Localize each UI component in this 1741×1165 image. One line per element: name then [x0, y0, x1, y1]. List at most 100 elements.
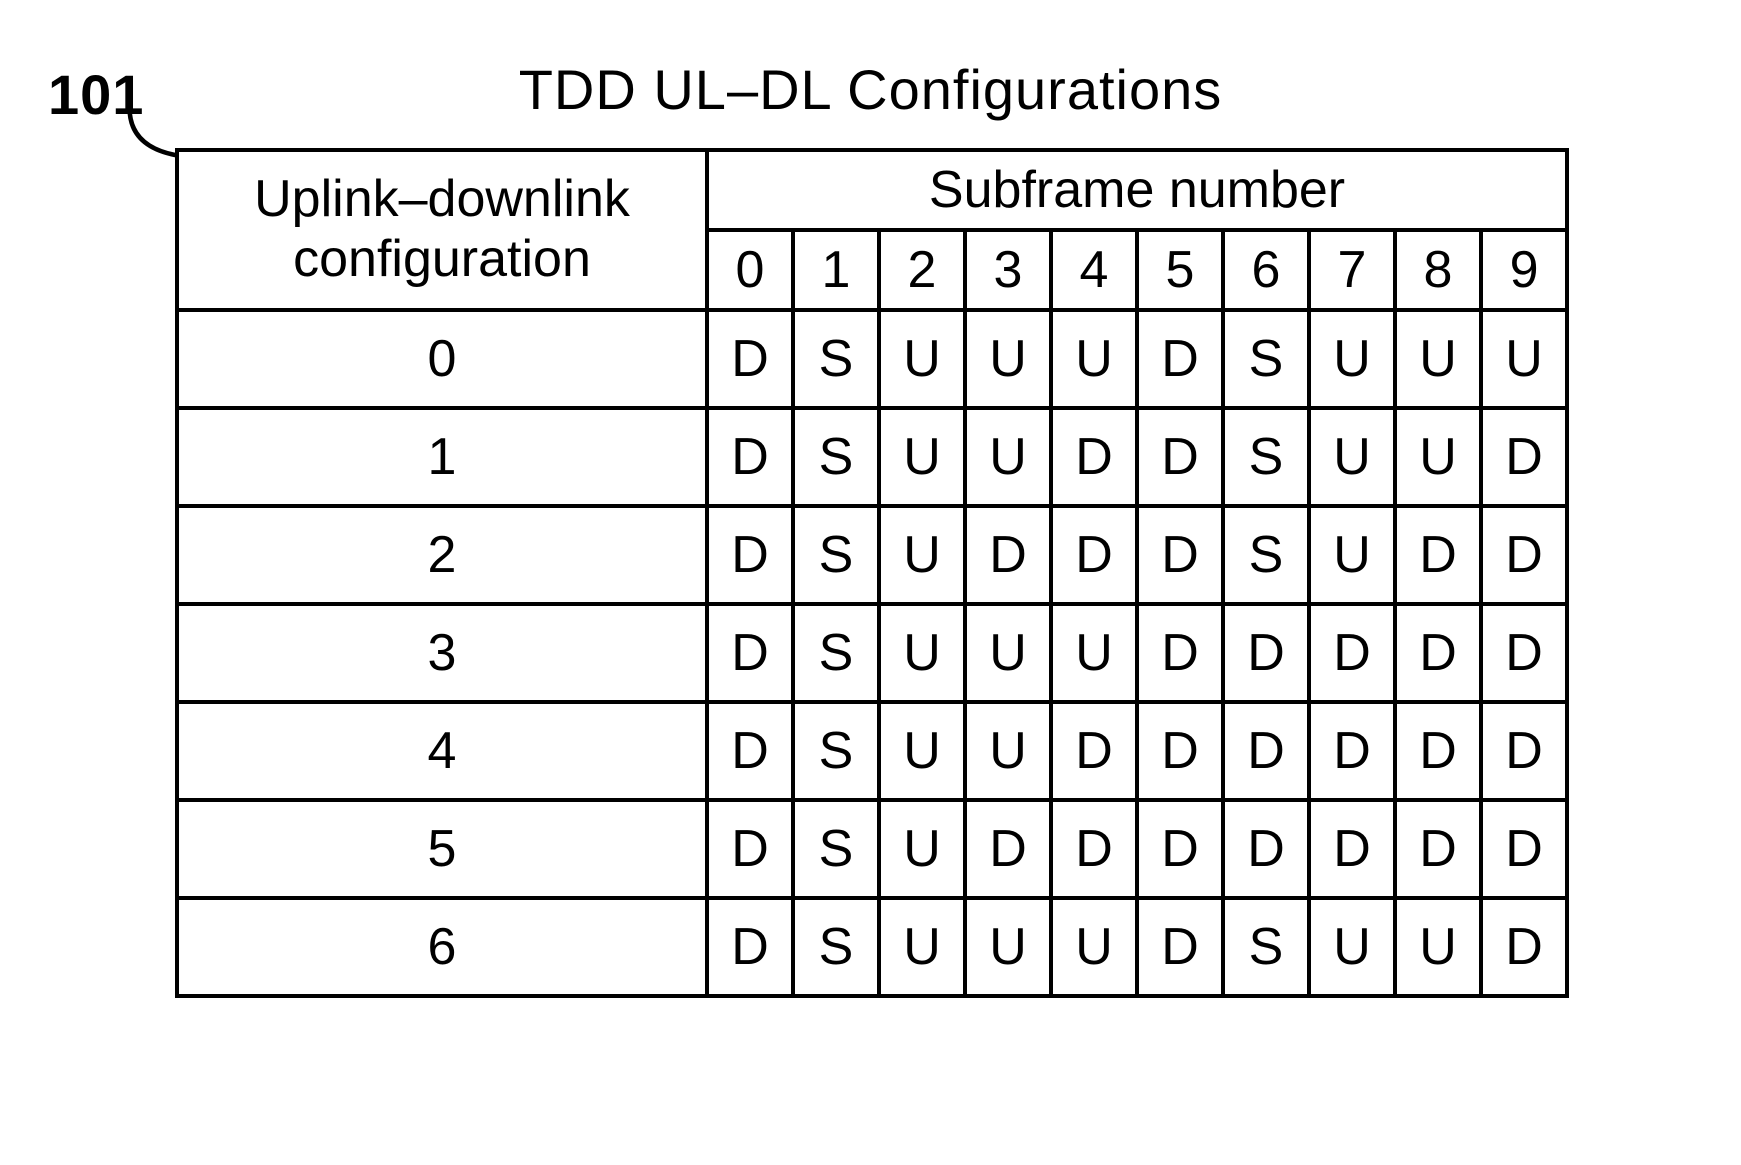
- config-id: 1: [177, 408, 707, 506]
- cell: U: [1309, 408, 1395, 506]
- config-header: Uplink–downlink configuration: [177, 150, 707, 310]
- col-num: 3: [965, 230, 1051, 310]
- cell: D: [1309, 604, 1395, 702]
- cell: S: [793, 604, 879, 702]
- cell: S: [1223, 310, 1309, 408]
- cell: U: [965, 898, 1051, 996]
- col-num: 1: [793, 230, 879, 310]
- diagram-canvas: 101 TDD UL–DL Configurations Uplink–down…: [0, 0, 1741, 1165]
- cell: U: [965, 702, 1051, 800]
- cell: D: [707, 702, 793, 800]
- cell: U: [1051, 898, 1137, 996]
- col-num: 5: [1137, 230, 1223, 310]
- cell: D: [1481, 898, 1567, 996]
- cell: D: [1481, 702, 1567, 800]
- cell: D: [1137, 506, 1223, 604]
- cell: D: [1395, 604, 1481, 702]
- cell: U: [879, 898, 965, 996]
- cell: U: [965, 310, 1051, 408]
- cell: D: [1395, 800, 1481, 898]
- cell: U: [1051, 310, 1137, 408]
- cell: D: [1309, 800, 1395, 898]
- config-id: 5: [177, 800, 707, 898]
- col-num: 6: [1223, 230, 1309, 310]
- cell: S: [793, 702, 879, 800]
- cell: U: [1395, 898, 1481, 996]
- cell: U: [1309, 898, 1395, 996]
- cell: U: [1309, 310, 1395, 408]
- col-num: 0: [707, 230, 793, 310]
- cell: D: [707, 506, 793, 604]
- cell: D: [1395, 506, 1481, 604]
- cell: D: [1137, 408, 1223, 506]
- cell: S: [1223, 898, 1309, 996]
- cell: D: [1051, 800, 1137, 898]
- cell: D: [1481, 408, 1567, 506]
- cell: D: [1051, 702, 1137, 800]
- config-id: 4: [177, 702, 707, 800]
- cell: S: [793, 310, 879, 408]
- col-num: 8: [1395, 230, 1481, 310]
- cell: U: [879, 408, 965, 506]
- col-num: 9: [1481, 230, 1567, 310]
- cell: D: [1137, 702, 1223, 800]
- cell: D: [707, 898, 793, 996]
- config-header-line2: configuration: [293, 230, 591, 288]
- cell: D: [707, 800, 793, 898]
- table-row: 1 D S U U D D S U U D: [177, 408, 1567, 506]
- cell: D: [707, 408, 793, 506]
- cell: D: [1137, 604, 1223, 702]
- cell: D: [1223, 604, 1309, 702]
- col-num: 7: [1309, 230, 1395, 310]
- cell: S: [1223, 506, 1309, 604]
- cell: D: [707, 604, 793, 702]
- cell: U: [1395, 310, 1481, 408]
- cell: U: [879, 604, 965, 702]
- table-row: 0 D S U U U D S U U U: [177, 310, 1567, 408]
- cell: S: [793, 800, 879, 898]
- cell: D: [1481, 800, 1567, 898]
- cell: U: [965, 604, 1051, 702]
- cell: S: [793, 408, 879, 506]
- cell: U: [879, 310, 965, 408]
- subframe-header: Subframe number: [707, 150, 1567, 230]
- cell: U: [879, 800, 965, 898]
- cell: D: [1223, 702, 1309, 800]
- cell: U: [879, 702, 965, 800]
- col-num: 4: [1051, 230, 1137, 310]
- cell: D: [1051, 408, 1137, 506]
- config-id: 2: [177, 506, 707, 604]
- table-row: 4 D S U U D D D D D D: [177, 702, 1567, 800]
- cell: D: [1137, 800, 1223, 898]
- cell: D: [1481, 506, 1567, 604]
- config-id: 0: [177, 310, 707, 408]
- tdd-config-table-wrap: Uplink–downlink configuration Subframe n…: [175, 148, 1565, 998]
- table-row: 2 D S U D D D S U D D: [177, 506, 1567, 604]
- config-header-line1: Uplink–downlink: [254, 170, 630, 228]
- cell: D: [965, 506, 1051, 604]
- cell: U: [1481, 310, 1567, 408]
- cell: S: [793, 506, 879, 604]
- cell: S: [793, 898, 879, 996]
- cell: U: [965, 408, 1051, 506]
- cell: D: [1223, 800, 1309, 898]
- cell: D: [1137, 898, 1223, 996]
- tdd-config-table: Uplink–downlink configuration Subframe n…: [175, 148, 1569, 998]
- cell: D: [1051, 506, 1137, 604]
- cell: U: [1395, 408, 1481, 506]
- cell: U: [1309, 506, 1395, 604]
- table-row: 3 D S U U U D D D D D: [177, 604, 1567, 702]
- config-id: 3: [177, 604, 707, 702]
- cell: D: [1309, 702, 1395, 800]
- cell: S: [1223, 408, 1309, 506]
- table-body: 0 D S U U U D S U U U 1 D S U U: [177, 310, 1567, 996]
- cell: D: [1395, 702, 1481, 800]
- table-head: Uplink–downlink configuration Subframe n…: [177, 150, 1567, 310]
- cell: D: [1137, 310, 1223, 408]
- table-row: 5 D S U D D D D D D D: [177, 800, 1567, 898]
- cell: D: [965, 800, 1051, 898]
- cell: U: [1051, 604, 1137, 702]
- table-row: 6 D S U U U D S U U D: [177, 898, 1567, 996]
- figure-title: TDD UL–DL Configurations: [0, 57, 1741, 122]
- col-num: 2: [879, 230, 965, 310]
